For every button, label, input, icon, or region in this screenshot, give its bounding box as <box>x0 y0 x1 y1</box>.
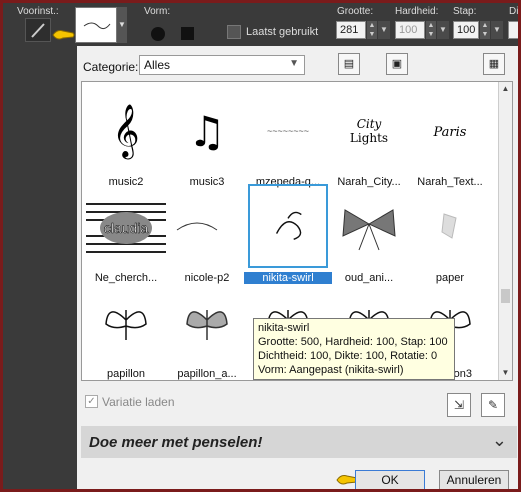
size-label: Grootte: <box>337 6 374 17</box>
recent-checkbox[interactable] <box>227 25 241 39</box>
svg-text:claudia: claudia <box>104 220 149 236</box>
svg-text:𝄞: 𝄞 <box>112 103 139 159</box>
ok-button[interactable]: OK <box>355 470 425 489</box>
brush-item[interactable]: ♫ music3 <box>167 88 247 188</box>
claudia-stripes-icon: claudia <box>86 203 166 253</box>
brush-grid: 𝄞 music2 ♫ music3 ~~~~~~~~ mzepeda-q... City Li… <box>81 81 513 381</box>
tooltip-line3: Dichtheid: 100, Dikte: 100, Rotatie: 0 <box>258 350 438 362</box>
treble-clef-icon: 𝄞 <box>112 103 139 159</box>
brush-item[interactable]: nikita-swirl <box>244 184 332 284</box>
preview-swirl-icon <box>83 22 111 30</box>
brush-icon <box>31 23 45 38</box>
left-panel <box>3 46 77 489</box>
hardness-stepper[interactable]: ▲ ▼ <box>426 21 436 39</box>
brush-item[interactable]: paper <box>410 184 490 284</box>
variation-label: Variatie laden <box>102 395 175 409</box>
music-note-icon: ♫ <box>188 107 226 156</box>
brush-item[interactable]: claudia Ne_cherch... <box>86 184 166 284</box>
grid-icon: ▦ <box>488 58 500 70</box>
pointing-hand-icon <box>52 30 75 40</box>
step-input[interactable]: 100 <box>453 21 479 39</box>
svg-text:~~~~~~~~: ~~~~~~~~ <box>267 126 309 136</box>
brush-tooltip: nikita-swirl Grootte: 500, Hardheid: 100… <box>253 318 455 380</box>
brush-item[interactable]: papillon <box>86 280 166 380</box>
size-dropdown[interactable]: ▼ <box>378 21 390 39</box>
edit-brush-button[interactable]: ✎ <box>481 393 505 417</box>
chevron-down-icon: ▼ <box>289 58 299 69</box>
chevron-down-icon: ⌄ <box>491 430 507 450</box>
city-lights-icon: CityLights <box>350 117 388 145</box>
hardness-dropdown[interactable]: ▼ <box>437 21 449 39</box>
brush-toolbar: Voorinst.: ▼ Vorm: Laatst gebruikt Groot… <box>3 3 519 45</box>
variation-checkbox[interactable]: ✓ <box>85 395 98 408</box>
more-brushes-bar[interactable]: Doe meer met penselen! ⌄ <box>81 426 517 458</box>
tooltip-line4: Vorm: Aangepast (nikita-swirl) <box>258 364 404 376</box>
vertical-scrollbar[interactable]: ▲ ▼ <box>498 82 512 380</box>
brush-item[interactable]: ~~~~~~~~ mzepeda-q... <box>248 88 328 188</box>
shape-label: Vorm: <box>144 6 171 17</box>
hardness-input[interactable]: 100 <box>395 21 425 39</box>
brush-preview[interactable] <box>75 7 117 43</box>
density-label: Di <box>509 6 519 17</box>
folder-icon: ▣ <box>391 58 403 70</box>
scroll-up-icon[interactable]: ▲ <box>499 82 512 96</box>
list-view-button[interactable]: ▤ <box>338 53 360 75</box>
svg-text:Lights: Lights <box>350 131 388 145</box>
recent-label: Laatst gebruikt <box>246 26 319 38</box>
nicole-brush-icon <box>176 222 218 231</box>
size-stepper[interactable]: ▲ ▼ <box>367 21 377 39</box>
category-select[interactable]: Alles ▼ <box>139 55 305 75</box>
brush-item[interactable]: nicole-p2 <box>167 184 247 284</box>
hardness-label: Hardheid: <box>395 6 439 17</box>
step-stepper[interactable]: ▲ ▼ <box>480 21 490 39</box>
butterfly-icon <box>105 310 147 340</box>
preset-brush-button[interactable] <box>25 18 51 42</box>
swirl-icon <box>248 184 328 268</box>
grid-view-button[interactable]: ▦ <box>483 53 505 75</box>
step-label: Stap: <box>453 6 477 17</box>
scroll-down-icon[interactable]: ▼ <box>499 366 512 380</box>
round-shape-button[interactable] <box>151 27 165 41</box>
brush-item[interactable]: Paris Narah_Text... <box>410 88 490 188</box>
preset-label: Voorinst.: <box>17 6 59 17</box>
svg-text:♫: ♫ <box>188 107 226 156</box>
list-icon: ▤ <box>343 58 355 70</box>
cancel-button[interactable]: Annuleren <box>439 470 509 489</box>
preview-dropdown-arrow[interactable]: ▼ <box>117 7 127 43</box>
category-label: Categorie: <box>83 60 139 74</box>
brush-item[interactable]: oud_ani... <box>329 184 409 284</box>
tooltip-line1: nikita-swirl <box>258 322 310 334</box>
edit-icon: ✎ <box>487 398 499 412</box>
import-brush-button[interactable]: ⇲ <box>447 393 471 417</box>
paris-text-icon: Paris <box>433 125 467 140</box>
step-dropdown[interactable]: ▼ <box>491 21 503 39</box>
category-value: Alles <box>144 58 171 72</box>
more-brushes-label: Doe meer met penselen! <box>89 434 263 451</box>
text-brush-icon: ~~~~~~~~ <box>267 126 309 136</box>
brush-item[interactable]: City Lights Narah_City... <box>329 88 409 188</box>
brush-item[interactable]: 𝄞 music2 <box>86 88 166 188</box>
app-frame: Voorinst.: ▼ Vorm: Laatst gebruikt Groot… <box>0 0 521 492</box>
scroll-thumb[interactable] <box>501 289 510 303</box>
brush-label: papillon_a... <box>177 368 237 380</box>
svg-text:City: City <box>357 117 382 131</box>
folder-button[interactable]: ▣ <box>386 53 408 75</box>
tooltip-line2: Grootte: 500, Hardheid: 100, Stap: 100 <box>258 336 448 348</box>
import-icon: ⇲ <box>453 398 465 412</box>
paper-icon <box>441 213 457 239</box>
brush-label: papillon <box>107 368 145 380</box>
butterfly-pattern-icon <box>186 310 228 340</box>
bow-icon <box>342 209 396 251</box>
density-input[interactable] <box>508 21 518 39</box>
size-input[interactable]: 281 <box>336 21 366 39</box>
square-shape-button[interactable] <box>181 27 194 40</box>
brush-item[interactable]: papillon_a... <box>167 280 247 380</box>
svg-text:Paris: Paris <box>433 125 467 140</box>
brush-picker-dialog: Categorie: Alles ▼ ▤ ▣ ▦ 𝄞 music2 ♫ music3 ~… <box>77 46 518 489</box>
